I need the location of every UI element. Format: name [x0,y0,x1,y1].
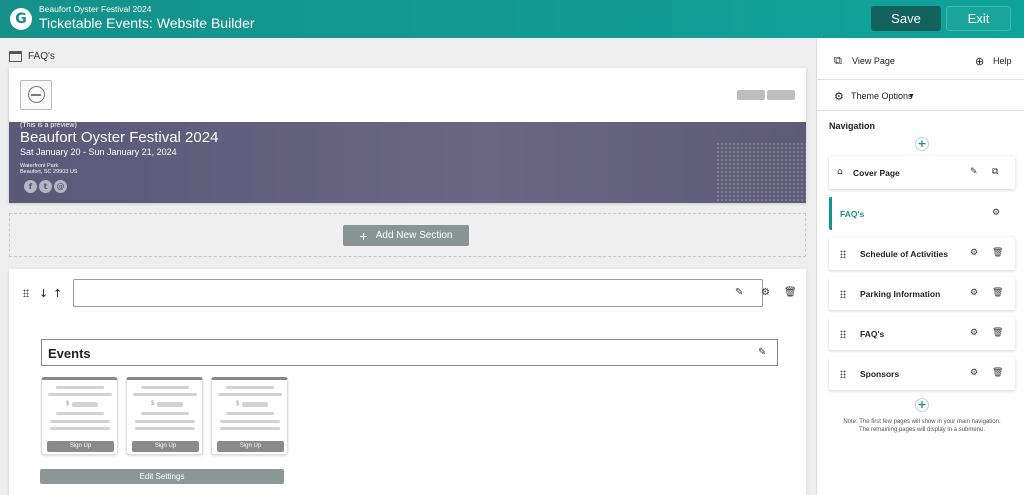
gear-icon[interactable]: ⚙ [992,208,1000,218]
site-preview: (This is a preview) Beaufort Oyster Fest… [9,68,806,203]
edit-icon[interactable]: ✎ [758,347,766,358]
event-name: Beaufort Oyster Festival 2024 [20,129,219,146]
move-up-icon[interactable]: ↑ [53,287,62,300]
edit-settings-button[interactable]: Edit Settings [40,469,284,484]
navigation-note-line1: Note: The first few pages will show in y… [843,419,1001,425]
nav-item-faqs[interactable]: FAQ's ⚙ 🗑 [829,317,1015,350]
current-page-indicator: FAQ's [9,48,55,64]
sign-up-button[interactable]: Sign Up [132,441,199,452]
theme-options-dropdown[interactable]: ⚙ Theme Options ▼ [817,89,1024,103]
event-dates: Sat January 20 - Sun January 21, 2024 [20,147,177,157]
section-title-input[interactable]: ✎ [73,279,763,307]
trash-icon[interactable]: 🗑 [992,328,1003,338]
price-symbol: $ [66,401,70,407]
add-new-section-button[interactable]: + Add New Section [343,225,469,246]
preview-nav-placeholder [737,90,765,100]
nav-item-parking-information[interactable]: Parking Information ⚙ 🗑 [829,277,1015,310]
external-link-icon[interactable]: ⧉ [992,167,998,177]
nav-item-label: FAQ's [840,209,865,219]
nav-item-label: Schedule of Activities [860,249,949,259]
app-logo-icon: G [10,8,32,30]
caret-down-icon: ▼ [908,92,915,100]
move-down-icon[interactable]: ↓ [39,287,48,300]
preview-nav-placeholder [767,90,795,100]
navigation-note-line2: The remaining pages will display in a su… [858,427,986,433]
event-address: Beaufort, SC 29903 US [20,169,78,175]
nav-item-sponsors[interactable]: Sponsors ⚙ 🗑 [829,357,1015,390]
gear-icon[interactable]: ⚙ [970,368,978,378]
help-link[interactable]: ⊕ Help [973,54,1023,68]
trash-icon[interactable]: 🗑 [784,287,797,298]
current-page-name: FAQ's [28,50,55,62]
trash-icon[interactable]: 🗑 [992,248,1003,258]
price-symbol: $ [236,401,240,407]
event-subtitle: Beaufort Oyster Festival 2024 [39,4,152,14]
sign-up-button[interactable]: Sign Up [47,441,114,452]
events-heading: Events [48,346,91,361]
right-sidebar: ⧉ View Page ⊕ Help ⚙ Theme Options ▼ Nav… [816,38,1024,495]
home-icon: ⌂ [837,167,843,177]
gear-icon[interactable]: ⚙ [761,287,770,298]
drag-handle-icon[interactable] [840,330,846,338]
nav-item-schedule-of-activities[interactable]: Schedule of Activities ⚙ 🗑 [829,237,1015,270]
theme-options-label: Theme Options [851,91,913,101]
drag-handle-icon[interactable] [840,290,846,298]
navigation-heading: Navigation [829,121,876,131]
gear-icon[interactable]: ⚙ [970,288,978,298]
drag-handle-icon[interactable] [840,250,846,258]
email-icon[interactable]: @ [54,180,67,193]
drag-handle-icon[interactable] [23,289,29,297]
plus-icon: + [359,227,368,244]
sign-up-button[interactable]: Sign Up [217,441,284,452]
preview-note: (This is a preview) [20,122,77,129]
events-heading-box[interactable]: Events ✎ [41,339,778,366]
twitter-icon[interactable]: t [39,180,52,193]
nav-item-label: Sponsors [860,369,900,379]
add-page-bottom-icon[interactable]: + [915,398,929,412]
edit-icon[interactable]: ✎ [735,287,743,298]
add-page-top-icon[interactable]: + [915,137,929,151]
drag-handle-icon[interactable] [840,370,846,378]
event-card: $ Sign Up [211,377,288,455]
external-link-icon: ⧉ [834,54,842,67]
gear-icon: ⚙ [834,89,844,103]
top-bar: G Beaufort Oyster Festival 2024 Ticketab… [0,0,1024,38]
event-cards: $ Sign Up $ Sign Up $ Sign Up [41,377,288,455]
event-banner: (This is a preview) Beaufort Oyster Fest… [9,122,806,203]
save-button[interactable]: Save [871,6,941,31]
trash-icon[interactable]: 🗑 [992,288,1003,298]
nav-item-label: Parking Information [860,289,941,299]
add-new-section-label: Add New Section [375,230,453,241]
help-label: Help [993,56,1012,66]
page-icon [9,50,22,62]
edit-icon[interactable]: ✎ [970,167,978,177]
trash-icon[interactable]: 🗑 [992,368,1003,378]
organization-logo [20,80,52,110]
app-title: Ticketable Events: Website Builder [39,15,255,31]
nav-item-label: Cover Page [853,168,900,178]
price-symbol: $ [151,401,155,407]
social-links: f t @ [24,180,67,193]
facebook-icon[interactable]: f [24,180,37,193]
add-section-zone: + Add New Section [9,213,806,257]
event-card: $ Sign Up [41,377,118,455]
events-section: ↓ ↑ ✎ ⚙ 🗑 Events ✎ $ Sign Up $ Sign Up $… [9,269,806,495]
navigation-note: Note: The first few pages will show in y… [827,418,1017,434]
nav-item-label: FAQ's [860,329,885,339]
nav-item-faqs-active[interactable]: FAQ's ⚙ [829,197,1015,230]
gear-icon[interactable]: ⚙ [970,328,978,338]
view-page-label: View Page [852,56,895,66]
exit-button[interactable]: Exit [946,6,1011,31]
help-globe-icon: ⊕ [975,54,985,68]
nav-item-cover-page[interactable]: ⌂ Cover Page ✎ ⧉ [829,156,1015,189]
gear-icon[interactable]: ⚙ [970,248,978,258]
banner-pattern [716,142,806,203]
event-card: $ Sign Up [126,377,203,455]
